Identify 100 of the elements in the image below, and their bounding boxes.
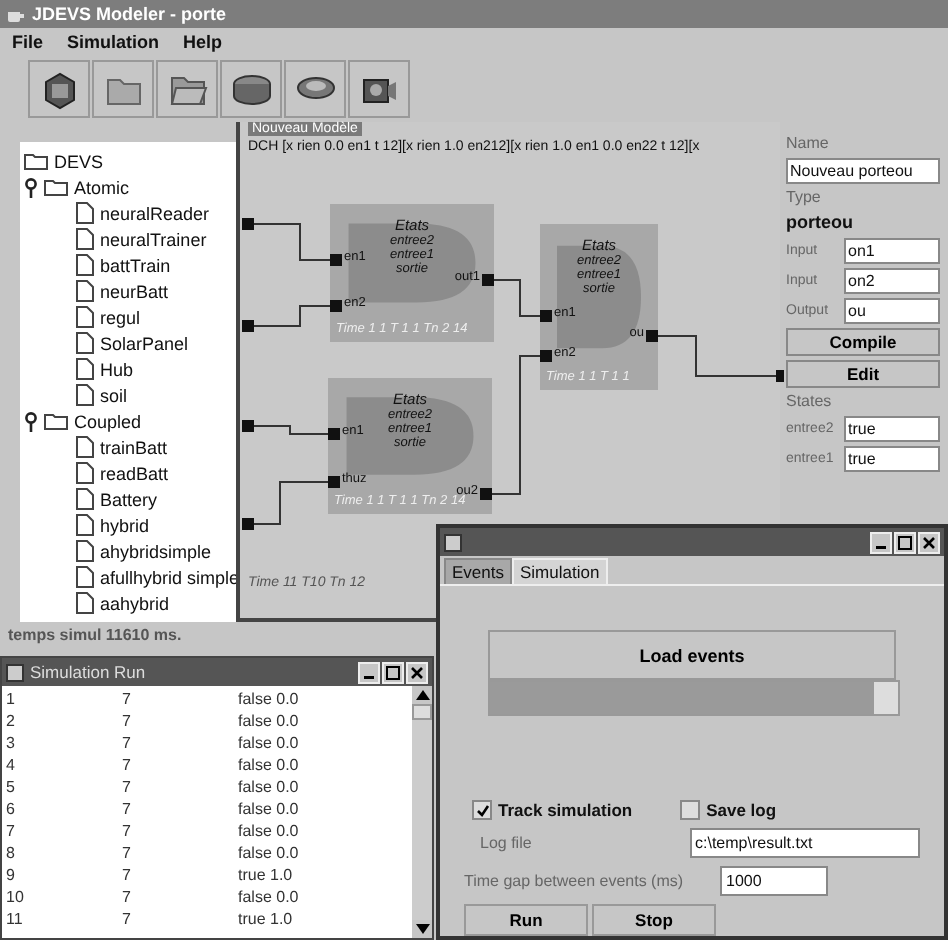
input-port[interactable] xyxy=(328,476,340,488)
document-icon xyxy=(76,384,94,406)
action-button[interactable]: Run xyxy=(464,904,588,936)
table-cell: false 0.0 xyxy=(238,776,299,798)
menu-item[interactable]: Simulation xyxy=(67,32,160,52)
maximize-button[interactable] xyxy=(382,661,404,683)
state-field[interactable]: true xyxy=(844,416,940,442)
checkbox-label[interactable]: Track simulation xyxy=(498,800,633,820)
port-field[interactable]: on1 xyxy=(844,238,940,264)
checkbox[interactable] xyxy=(472,800,492,820)
checkbox[interactable] xyxy=(680,800,701,820)
tree-item[interactable]: afullhybrid simple xyxy=(100,567,240,587)
toolbar-button[interactable] xyxy=(220,60,282,118)
tree-item[interactable]: regul xyxy=(100,307,141,327)
toolbar-button[interactable] xyxy=(284,60,346,118)
table-cell-text: 4 xyxy=(4,754,17,776)
table-cell-text: 3 xyxy=(4,732,17,754)
menu-item[interactable]: File xyxy=(12,32,44,52)
window-icon xyxy=(444,533,462,551)
field-label: Time gap between events (ms) xyxy=(464,872,686,890)
document-icon xyxy=(76,436,94,458)
tree-item[interactable]: Atomic xyxy=(74,177,130,197)
time-gap-field[interactable]: 1000 xyxy=(720,866,828,896)
document-icon xyxy=(76,358,94,380)
name-field[interactable]: Nouveau porteou xyxy=(786,158,940,184)
connection-wire xyxy=(493,279,541,317)
port-field[interactable]: on2 xyxy=(844,268,940,294)
port-field[interactable]: ou xyxy=(844,298,940,324)
tree-item[interactable]: neurBatt xyxy=(100,281,169,301)
tree-item[interactable]: hybrid xyxy=(100,515,150,535)
action-button[interactable]: Edit xyxy=(786,360,940,388)
load-events-button[interactable]: Load events xyxy=(488,630,896,680)
tree-item[interactable]: Coupled xyxy=(74,411,142,431)
checkbox-label[interactable]: Save log xyxy=(706,800,777,820)
table-cell-text: 7 xyxy=(122,820,133,842)
tree-item[interactable]: SolarPanel xyxy=(100,333,189,353)
document-icon xyxy=(76,228,94,250)
document-icon xyxy=(76,332,94,354)
action-button[interactable]: Compile xyxy=(786,328,940,356)
document-icon xyxy=(76,462,94,484)
tree-item[interactable]: Hub xyxy=(100,359,134,379)
table-cell-text: 1 xyxy=(4,688,17,710)
status-text: temps simul 11610 ms. xyxy=(6,624,184,648)
scroll-up-icon[interactable] xyxy=(412,686,432,704)
table-cell-text: 7 xyxy=(4,820,17,842)
tree-item[interactable]: trainBatt xyxy=(100,437,168,457)
table-cell-text: 7 xyxy=(122,754,133,776)
field-label: Log file xyxy=(478,834,534,852)
input-port[interactable] xyxy=(242,420,254,432)
tree-item[interactable]: ahybridsimple xyxy=(100,541,212,561)
table-cell: true 1.0 xyxy=(238,908,293,930)
table-cell-text: 7 xyxy=(122,732,133,754)
table-cell: false 0.0 xyxy=(238,842,299,864)
tree-item[interactable]: readBatt xyxy=(100,463,169,483)
key-icon[interactable] xyxy=(24,177,38,197)
scroll-down-icon[interactable] xyxy=(412,920,432,938)
input-port[interactable] xyxy=(540,310,552,322)
scrollbar[interactable] xyxy=(412,686,432,938)
window-title: JDEVS Modeler - porte xyxy=(32,4,227,24)
minimize-button[interactable] xyxy=(358,661,380,683)
tree-item[interactable]: neuralReader xyxy=(100,203,210,223)
connection-wire xyxy=(253,305,331,327)
tab[interactable]: Events xyxy=(444,558,512,584)
log-file-field[interactable]: c:\temp\result.txt xyxy=(689,828,920,858)
input-port[interactable] xyxy=(330,300,342,312)
toolbar-button[interactable] xyxy=(28,60,90,118)
tree-item[interactable]: Battery xyxy=(100,489,158,509)
tree-item[interactable]: neuralTrainer xyxy=(100,229,207,249)
input-port[interactable] xyxy=(328,428,340,440)
connection-wire xyxy=(253,223,331,261)
connection-wire xyxy=(491,355,541,495)
document-icon xyxy=(76,254,94,276)
tab[interactable]: Simulation xyxy=(512,558,608,584)
minimize-button[interactable] xyxy=(870,531,892,553)
action-button[interactable]: Stop xyxy=(592,904,716,936)
input-port[interactable] xyxy=(540,350,552,362)
drum-icon xyxy=(229,69,273,109)
maximize-button[interactable] xyxy=(894,531,916,553)
key-icon[interactable] xyxy=(24,411,38,431)
table-cell: false 0.0 xyxy=(238,798,299,820)
input-port[interactable] xyxy=(242,320,254,332)
tree-item[interactable]: battTrain xyxy=(100,255,171,275)
tree-item[interactable]: aahybrid xyxy=(100,593,170,613)
state-field[interactable]: true xyxy=(844,446,940,472)
input-port[interactable] xyxy=(330,254,342,266)
tree-item[interactable]: DEVS xyxy=(54,151,104,171)
table-cell-text: 10 xyxy=(4,886,26,908)
table-cell-text: 7 xyxy=(122,908,133,930)
tree-item[interactable]: soil xyxy=(100,385,128,405)
input-port[interactable] xyxy=(242,218,254,230)
scroll-thumb[interactable] xyxy=(412,704,432,720)
table-cell-text: 7 xyxy=(122,886,133,908)
folder-icon xyxy=(44,178,68,196)
close-button[interactable] xyxy=(918,531,940,553)
close-button[interactable] xyxy=(406,661,428,683)
toolbar-button[interactable] xyxy=(156,60,218,118)
menu-item[interactable]: Help xyxy=(183,32,223,52)
table-cell: false 0.0 xyxy=(238,688,299,710)
toolbar-button[interactable] xyxy=(348,60,410,118)
input-port[interactable] xyxy=(242,518,254,530)
